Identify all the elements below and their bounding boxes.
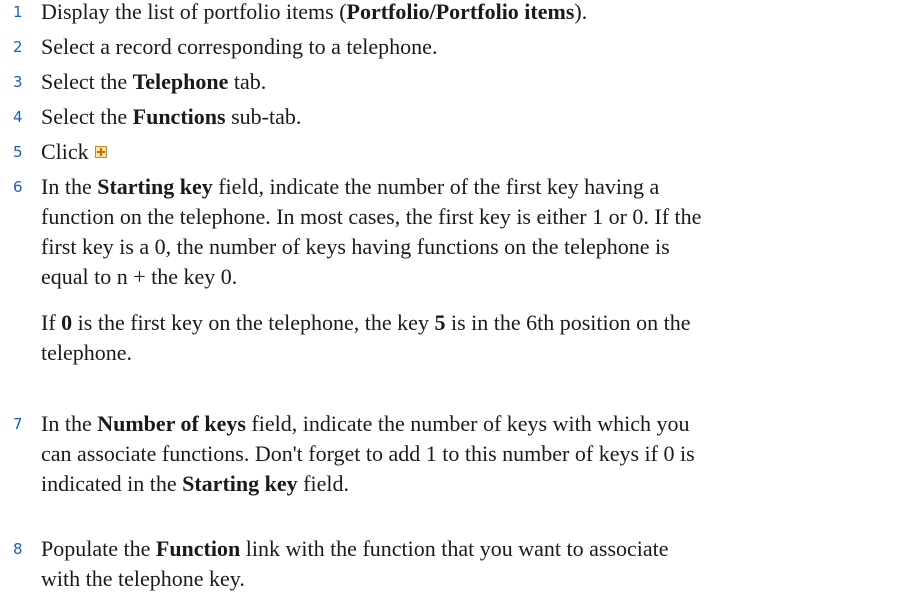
step-text: Select a record corresponding to a telep… <box>41 34 438 59</box>
step-number: 4 <box>13 108 23 126</box>
step-text: In the Number of keys field, indicate th… <box>41 411 695 496</box>
step-number: 5 <box>13 143 23 161</box>
field-name: Number of keys <box>97 411 246 436</box>
menu-path: Portfolio/Portfolio items <box>346 0 575 24</box>
step-text: Display the list of portfolio items (Por… <box>41 0 588 24</box>
step-text: Select the Functions sub-tab. <box>41 104 302 129</box>
sub-tab-name: Functions <box>132 104 226 129</box>
step-number: 3 <box>13 73 23 91</box>
link-name: Function <box>155 536 241 561</box>
step-text: Click <box>41 137 901 167</box>
add-plus-icon <box>94 146 107 158</box>
step-number: 1 <box>13 3 23 21</box>
field-name: Starting key <box>97 174 213 199</box>
step-number: 8 <box>13 540 23 558</box>
field-name: Starting key <box>182 471 298 496</box>
step-note: If 0 is the first key on the telephone, … <box>41 310 691 365</box>
tab-name: Telephone <box>132 69 229 94</box>
step-number: 7 <box>13 415 23 433</box>
step-text: In the Starting key field, indicate the … <box>41 174 702 289</box>
step-text: Populate the Function link with the func… <box>41 536 669 591</box>
step-number: 2 <box>13 38 23 56</box>
procedure-document: 1 Display the list of portfolio items (P… <box>0 0 920 610</box>
step-text: Select the Telephone tab. <box>41 69 267 94</box>
step-number: 6 <box>13 178 23 196</box>
